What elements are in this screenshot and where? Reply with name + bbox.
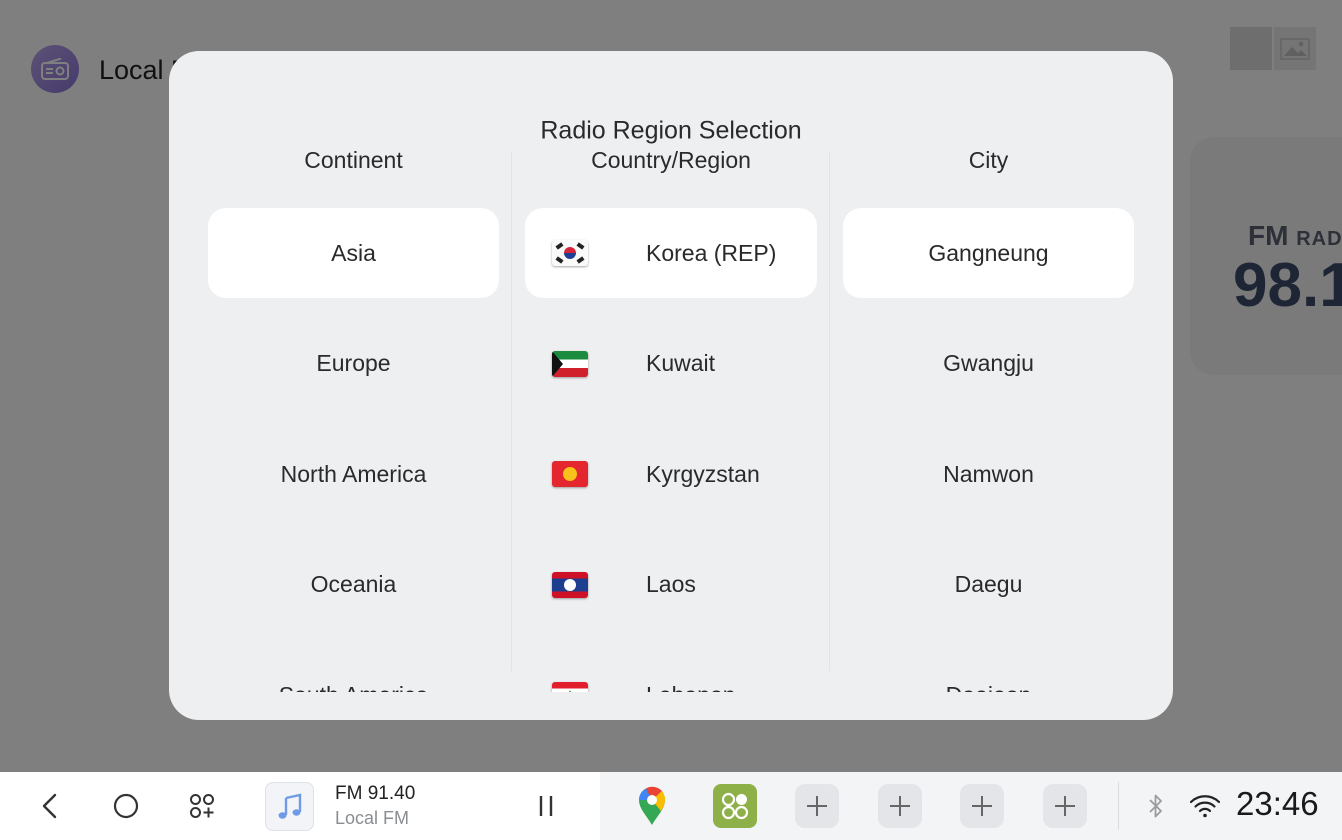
country-name: Lebanon: [646, 682, 736, 693]
add-shortcut-button[interactable]: [960, 784, 1004, 828]
country-item-korea[interactable]: Korea (REP): [525, 208, 817, 298]
media-subtitle: Local FM: [335, 808, 410, 828]
plus-icon: [890, 796, 910, 816]
add-shortcut-button[interactable]: [795, 784, 839, 828]
city-item-gangneung[interactable]: Gangneung: [843, 208, 1134, 298]
music-note-icon[interactable]: [265, 782, 314, 831]
continent-item-europe[interactable]: Europe: [208, 319, 499, 409]
country-item-lebanon[interactable]: Lebanon: [525, 650, 817, 692]
lebanon-flag-icon: [552, 682, 588, 692]
laos-flag-icon: [552, 571, 588, 598]
column-divider: [511, 151, 512, 671]
country-header: Country/Region: [591, 147, 751, 173]
plus-icon: [807, 796, 827, 816]
country-item-kuwait[interactable]: Kuwait: [525, 319, 817, 409]
city-column: City Gangneung Gwangju Namwon Daegu Daej…: [843, 136, 1134, 692]
country-item-kyrgyzstan[interactable]: Kyrgyzstan: [525, 429, 817, 519]
city-item-daejeon[interactable]: Daejeon: [843, 650, 1134, 693]
plus-icon: [972, 796, 992, 816]
app-grid-icon[interactable]: [181, 782, 223, 830]
bluetooth-icon[interactable]: [1140, 782, 1172, 830]
country-name: Kuwait: [646, 350, 716, 376]
app-launcher-icon[interactable]: [713, 784, 757, 828]
add-shortcut-button[interactable]: [1043, 784, 1087, 828]
continent-column: Continent Asia Europe North America Ocea…: [208, 136, 499, 692]
wifi-icon[interactable]: [1186, 782, 1224, 830]
column-divider: [829, 151, 830, 671]
system-taskbar: FM 91.40 Local FM 23:46: [0, 772, 1342, 840]
kuwait-flag-icon: [552, 350, 588, 377]
pause-icon[interactable]: [526, 782, 566, 830]
continent-item-north-america[interactable]: North America: [208, 429, 499, 519]
region-selection-dialog: Radio Region Selection Continent Asia Eu…: [169, 51, 1173, 720]
continent-item-south-america[interactable]: South America: [208, 650, 499, 693]
home-circle-icon[interactable]: [105, 782, 147, 830]
google-maps-icon[interactable]: [628, 782, 676, 830]
back-arrow-icon[interactable]: [30, 782, 70, 830]
korea-flag-icon: [552, 240, 588, 266]
system-clock: 23:46: [1236, 785, 1319, 822]
continent-item-oceania[interactable]: Oceania: [208, 540, 499, 630]
continent-list[interactable]: Asia Europe North America Oceania South …: [208, 208, 499, 692]
kyrgyzstan-flag-icon: [552, 461, 588, 487]
city-header: City: [968, 147, 1009, 173]
country-list[interactable]: Korea (REP) Kuwait Kyrgyzstan Laos Leban…: [525, 208, 817, 692]
country-name: Korea (REP): [646, 239, 777, 266]
plus-icon: [1055, 796, 1075, 816]
continent-item-asia[interactable]: Asia: [208, 208, 499, 298]
country-name: Laos: [646, 571, 696, 597]
country-column: Country/Region Korea (REP) Kuwait Kyrgyz…: [525, 136, 817, 692]
continent-header: Continent: [304, 147, 403, 173]
city-item-daegu[interactable]: Daegu: [843, 540, 1134, 630]
city-item-gwangju[interactable]: Gwangju: [843, 319, 1134, 409]
city-list[interactable]: Gangneung Gwangju Namwon Daegu Daejeon: [843, 208, 1134, 692]
media-title[interactable]: FM 91.40: [335, 783, 415, 805]
city-item-namwon[interactable]: Namwon: [843, 429, 1134, 519]
taskbar-separator: [1118, 782, 1119, 830]
add-shortcut-button[interactable]: [878, 784, 922, 828]
country-name: Kyrgyzstan: [646, 460, 760, 487]
country-item-laos[interactable]: Laos: [525, 540, 817, 630]
